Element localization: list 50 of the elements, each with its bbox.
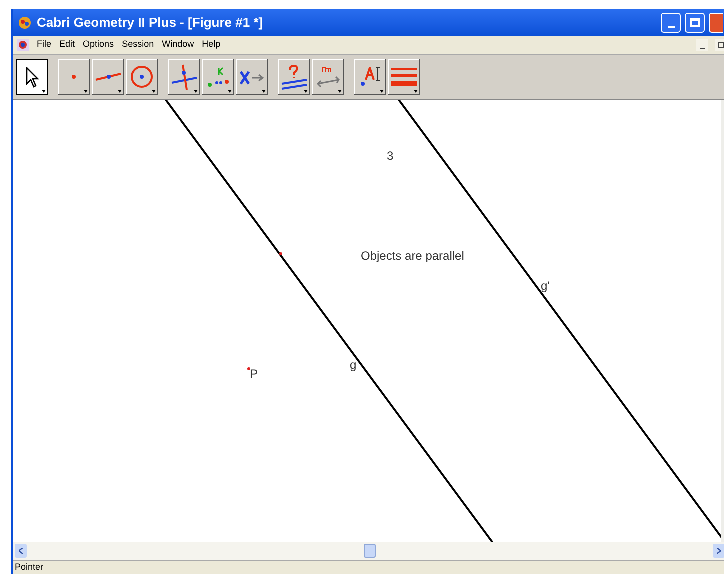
object-label: 3 xyxy=(387,150,394,162)
caret-icon[interactable] xyxy=(152,90,156,93)
dots-icon xyxy=(206,66,230,88)
caret-icon[interactable] xyxy=(194,90,198,93)
caret-icon[interactable] xyxy=(118,90,122,93)
object-label: g xyxy=(350,359,357,371)
menu-item[interactable]: Edit xyxy=(60,38,76,52)
menu-item[interactable]: Options xyxy=(83,38,114,52)
circle-icon xyxy=(131,66,153,88)
caret-icon[interactable] xyxy=(84,90,88,93)
point xyxy=(280,252,282,256)
perpendicular-lines-icon xyxy=(170,64,198,90)
caret-icon[interactable] xyxy=(380,90,384,93)
transform-icon xyxy=(240,70,264,84)
menu-item[interactable]: Session xyxy=(122,38,154,52)
menu-item[interactable]: Window xyxy=(162,38,194,52)
document-icon xyxy=(16,38,30,52)
line-icon xyxy=(94,73,122,81)
status-text: Pointer xyxy=(15,563,44,572)
caret-icon[interactable] xyxy=(262,90,266,93)
close-button[interactable] xyxy=(709,12,723,32)
point-icon xyxy=(72,75,76,79)
caret-icon[interactable] xyxy=(338,90,342,93)
message-text: Objects are parallel xyxy=(361,250,464,262)
menu-item[interactable]: File xyxy=(37,38,52,52)
maximize-button[interactable] xyxy=(685,12,705,32)
app-logo-icon xyxy=(17,14,33,30)
chevron-left-icon xyxy=(19,548,23,554)
minimize-button[interactable] xyxy=(661,12,681,32)
tool-button[interactable] xyxy=(16,59,48,95)
arrow-pointer-icon xyxy=(26,66,38,88)
scroll-right-button[interactable] xyxy=(713,544,724,558)
measure-icon xyxy=(316,66,340,88)
scroll-left-button[interactable] xyxy=(15,544,27,558)
point xyxy=(248,368,250,370)
caret-icon[interactable] xyxy=(42,90,46,93)
parallel-check-icon xyxy=(280,64,308,90)
object-label: g' xyxy=(541,280,550,292)
caret-icon[interactable] xyxy=(304,90,308,93)
minimize-button[interactable] xyxy=(696,39,708,51)
text-tool-icon xyxy=(360,67,380,87)
restore-button[interactable] xyxy=(715,39,724,51)
caret-icon[interactable] xyxy=(414,90,418,93)
lines-style-icon xyxy=(391,68,417,86)
object-label: P xyxy=(250,368,258,380)
menu-item[interactable]: Help xyxy=(202,38,221,52)
scrollbar-thumb[interactable] xyxy=(364,544,376,558)
chevron-right-icon xyxy=(717,548,721,554)
caret-icon[interactable] xyxy=(228,90,232,93)
window-title: Cabri Geometry II Plus - [Figure #1 *] xyxy=(37,14,264,32)
